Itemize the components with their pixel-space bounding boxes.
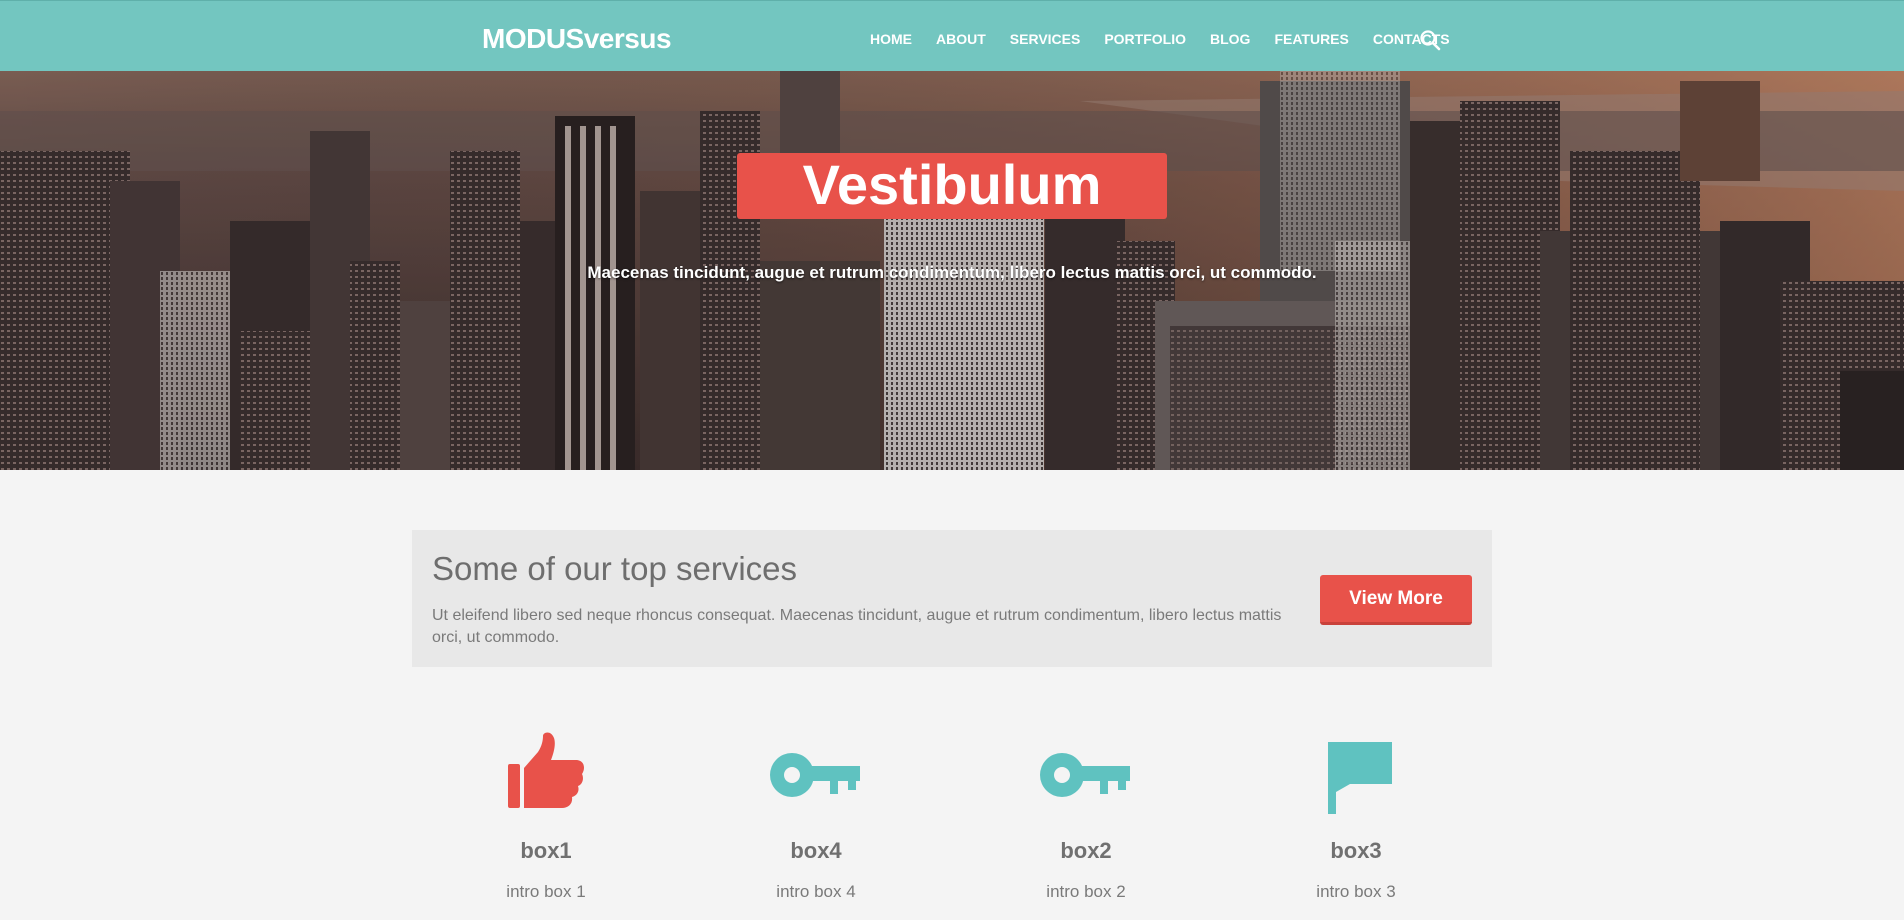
box-title: box2 <box>1060 838 1112 863</box>
search-icon[interactable] <box>1419 29 1441 51</box>
box-title: box1 <box>520 838 572 863</box>
box-intro: intro box 1 <box>506 882 586 901</box>
hero-subtitle: Maecenas tincidunt, augue et rutrum cond… <box>587 263 1317 282</box>
nav-item-portfolio[interactable]: PORTFOLIO <box>1104 31 1186 47</box>
hero-title-box: Vestibulum <box>737 153 1167 219</box>
box-intro: intro box 3 <box>1316 882 1396 901</box>
nav-item-about[interactable]: ABOUT <box>936 31 986 47</box>
box-intro: intro box 2 <box>1046 882 1126 901</box>
box-title: box3 <box>1330 838 1382 863</box>
services-banner: Some of our top services Ut eleifend lib… <box>412 530 1492 667</box>
nav-item-features[interactable]: FEATURES <box>1274 31 1348 47</box>
feature-box-4[interactable]: box4 intro box 4 <box>706 730 926 902</box>
nav-item-home[interactable]: HOME <box>870 31 912 47</box>
view-more-button[interactable]: View More <box>1320 575 1472 625</box>
flag-icon <box>1328 742 1392 814</box>
thumbs-up-icon <box>508 732 584 808</box>
services-title: Some of our top services <box>432 550 797 587</box>
feature-box-2[interactable]: box2 intro box 2 <box>976 730 1196 902</box>
box-intro: intro box 4 <box>776 882 856 901</box>
site-header: MODUSversus HOME ABOUT SERVICES PORTFOLI… <box>0 0 1904 71</box>
services-text: Ut eleifend libero sed neque rhoncus con… <box>432 607 1282 646</box>
hero-title: Vestibulum <box>802 153 1102 216</box>
main-nav: HOME ABOUT SERVICES PORTFOLIO BLOG FEATU… <box>870 31 1474 47</box>
box-title: box4 <box>790 838 842 863</box>
feature-box-3[interactable]: box3 intro box 3 <box>1246 730 1466 902</box>
hero-banner: Vestibulum Maecenas tincidunt, augue et … <box>0 71 1904 470</box>
site-logo[interactable]: MODUSversus <box>482 23 672 55</box>
key-icon <box>1040 753 1130 797</box>
nav-item-services[interactable]: SERVICES <box>1010 31 1081 47</box>
nav-item-blog[interactable]: BLOG <box>1210 31 1250 47</box>
feature-box-1[interactable]: box1 intro box 1 <box>436 730 656 902</box>
key-icon <box>770 753 860 797</box>
